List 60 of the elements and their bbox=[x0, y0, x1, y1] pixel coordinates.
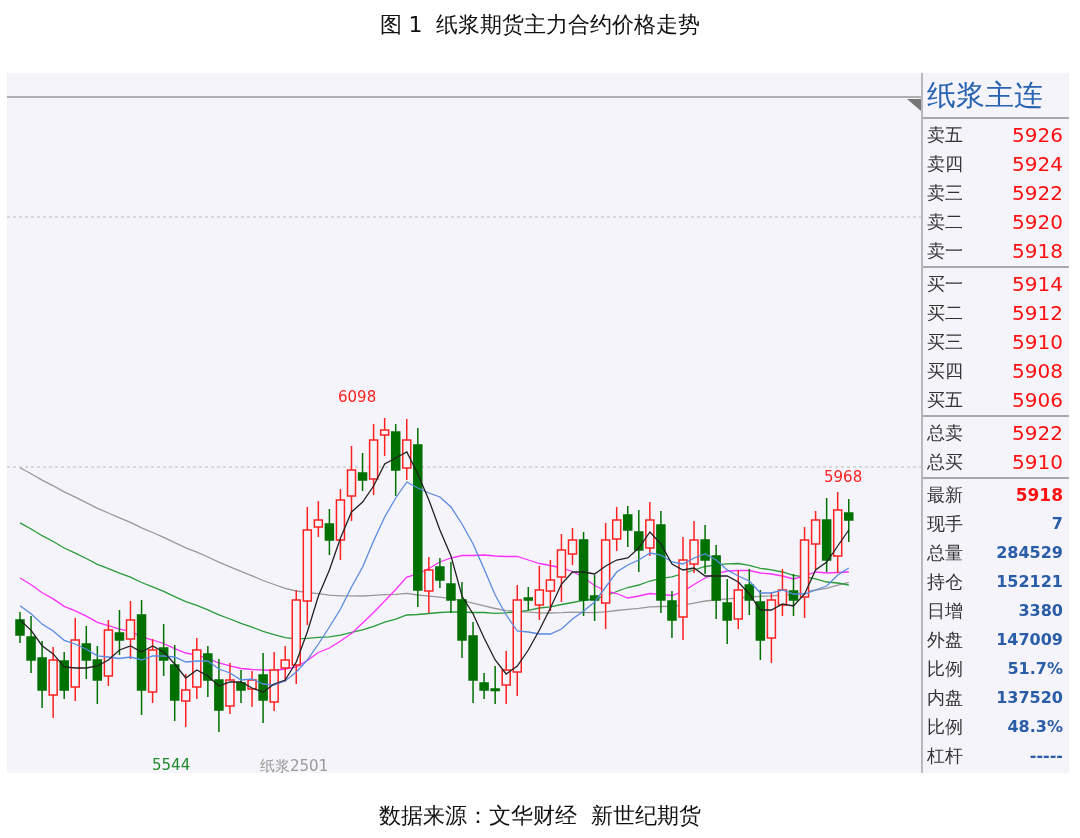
quote-label: 卖三 bbox=[927, 180, 963, 205]
quote-label: 比例 bbox=[927, 714, 963, 739]
quote-label: 买三 bbox=[927, 329, 963, 354]
quote-value: 137520 bbox=[996, 688, 1063, 707]
quote-label: 现手 bbox=[927, 511, 963, 536]
contract-label: 纸浆2501 bbox=[260, 757, 329, 773]
quote-label: 买二 bbox=[927, 300, 963, 325]
source-note: 数据来源：文华财经 新世纪期货 bbox=[379, 802, 701, 830]
quote-value: 284529 bbox=[996, 543, 1063, 562]
quote-label: 总卖 bbox=[927, 420, 963, 445]
quote-label: 卖二 bbox=[927, 209, 963, 234]
quote-label: 卖四 bbox=[927, 151, 963, 176]
quote-label: 买五 bbox=[927, 387, 963, 412]
candlestick bbox=[733, 569, 743, 630]
figure-caption: 图 1 纸浆期货主力合约价格走势 bbox=[379, 11, 701, 39]
candlestick bbox=[181, 673, 191, 728]
quote-value: 5920 bbox=[1012, 209, 1063, 234]
candlestick bbox=[490, 665, 500, 705]
quote-value: 5918 bbox=[1015, 484, 1063, 505]
quote-value: 5924 bbox=[1012, 151, 1063, 176]
quote-label: 买一 bbox=[927, 271, 963, 296]
quote-label: 最新 bbox=[927, 482, 963, 507]
quote-value: 5926 bbox=[1012, 122, 1063, 147]
candlestick bbox=[722, 578, 732, 645]
quote-value: 7 bbox=[1051, 514, 1063, 533]
candlestick bbox=[203, 645, 213, 698]
instrument-title: 纸浆主连 bbox=[923, 73, 1069, 119]
quote-label: 日增 bbox=[927, 598, 963, 623]
low-price-label: 5544 bbox=[152, 756, 191, 773]
quote-label: 卖五 bbox=[927, 122, 963, 147]
quote-value: 147009 bbox=[996, 630, 1063, 649]
quote-value: 5912 bbox=[1012, 300, 1063, 325]
recent-high-label: 5968 bbox=[824, 468, 863, 486]
quote-value: ----- bbox=[1029, 746, 1063, 765]
quote-value: 5906 bbox=[1012, 387, 1063, 412]
candlestick bbox=[92, 645, 103, 705]
quote-value: 152121 bbox=[996, 572, 1063, 591]
candlestick bbox=[192, 637, 202, 700]
quote-value: 5922 bbox=[1012, 180, 1063, 205]
quote-label: 卖一 bbox=[927, 238, 963, 263]
high-price-label: 6098 bbox=[338, 388, 377, 406]
quote-label: 外盘 bbox=[927, 627, 963, 652]
quote-value: 5914 bbox=[1012, 271, 1063, 296]
quote-label: 总量 bbox=[927, 540, 963, 565]
quote-value: 5918 bbox=[1012, 238, 1063, 263]
candlestick bbox=[37, 640, 47, 709]
quote-value: 5922 bbox=[1012, 420, 1063, 445]
quote-value: 5910 bbox=[1012, 449, 1063, 474]
quote-value: 51.7% bbox=[1007, 659, 1063, 678]
quote-label: 持仓 bbox=[927, 569, 963, 594]
quote-label: 比例 bbox=[927, 656, 963, 681]
quote-value: 48.3% bbox=[1007, 717, 1063, 736]
candlestick bbox=[545, 559, 556, 612]
quote-value: 5910 bbox=[1012, 329, 1063, 354]
quote-label: 买四 bbox=[927, 358, 963, 383]
quote-value: 3380 bbox=[1018, 601, 1063, 620]
quote-label: 杠杆 bbox=[927, 743, 963, 768]
quote-label: 总买 bbox=[927, 449, 963, 474]
quote-label: 内盘 bbox=[927, 685, 963, 710]
quote-value: 5908 bbox=[1012, 358, 1063, 383]
